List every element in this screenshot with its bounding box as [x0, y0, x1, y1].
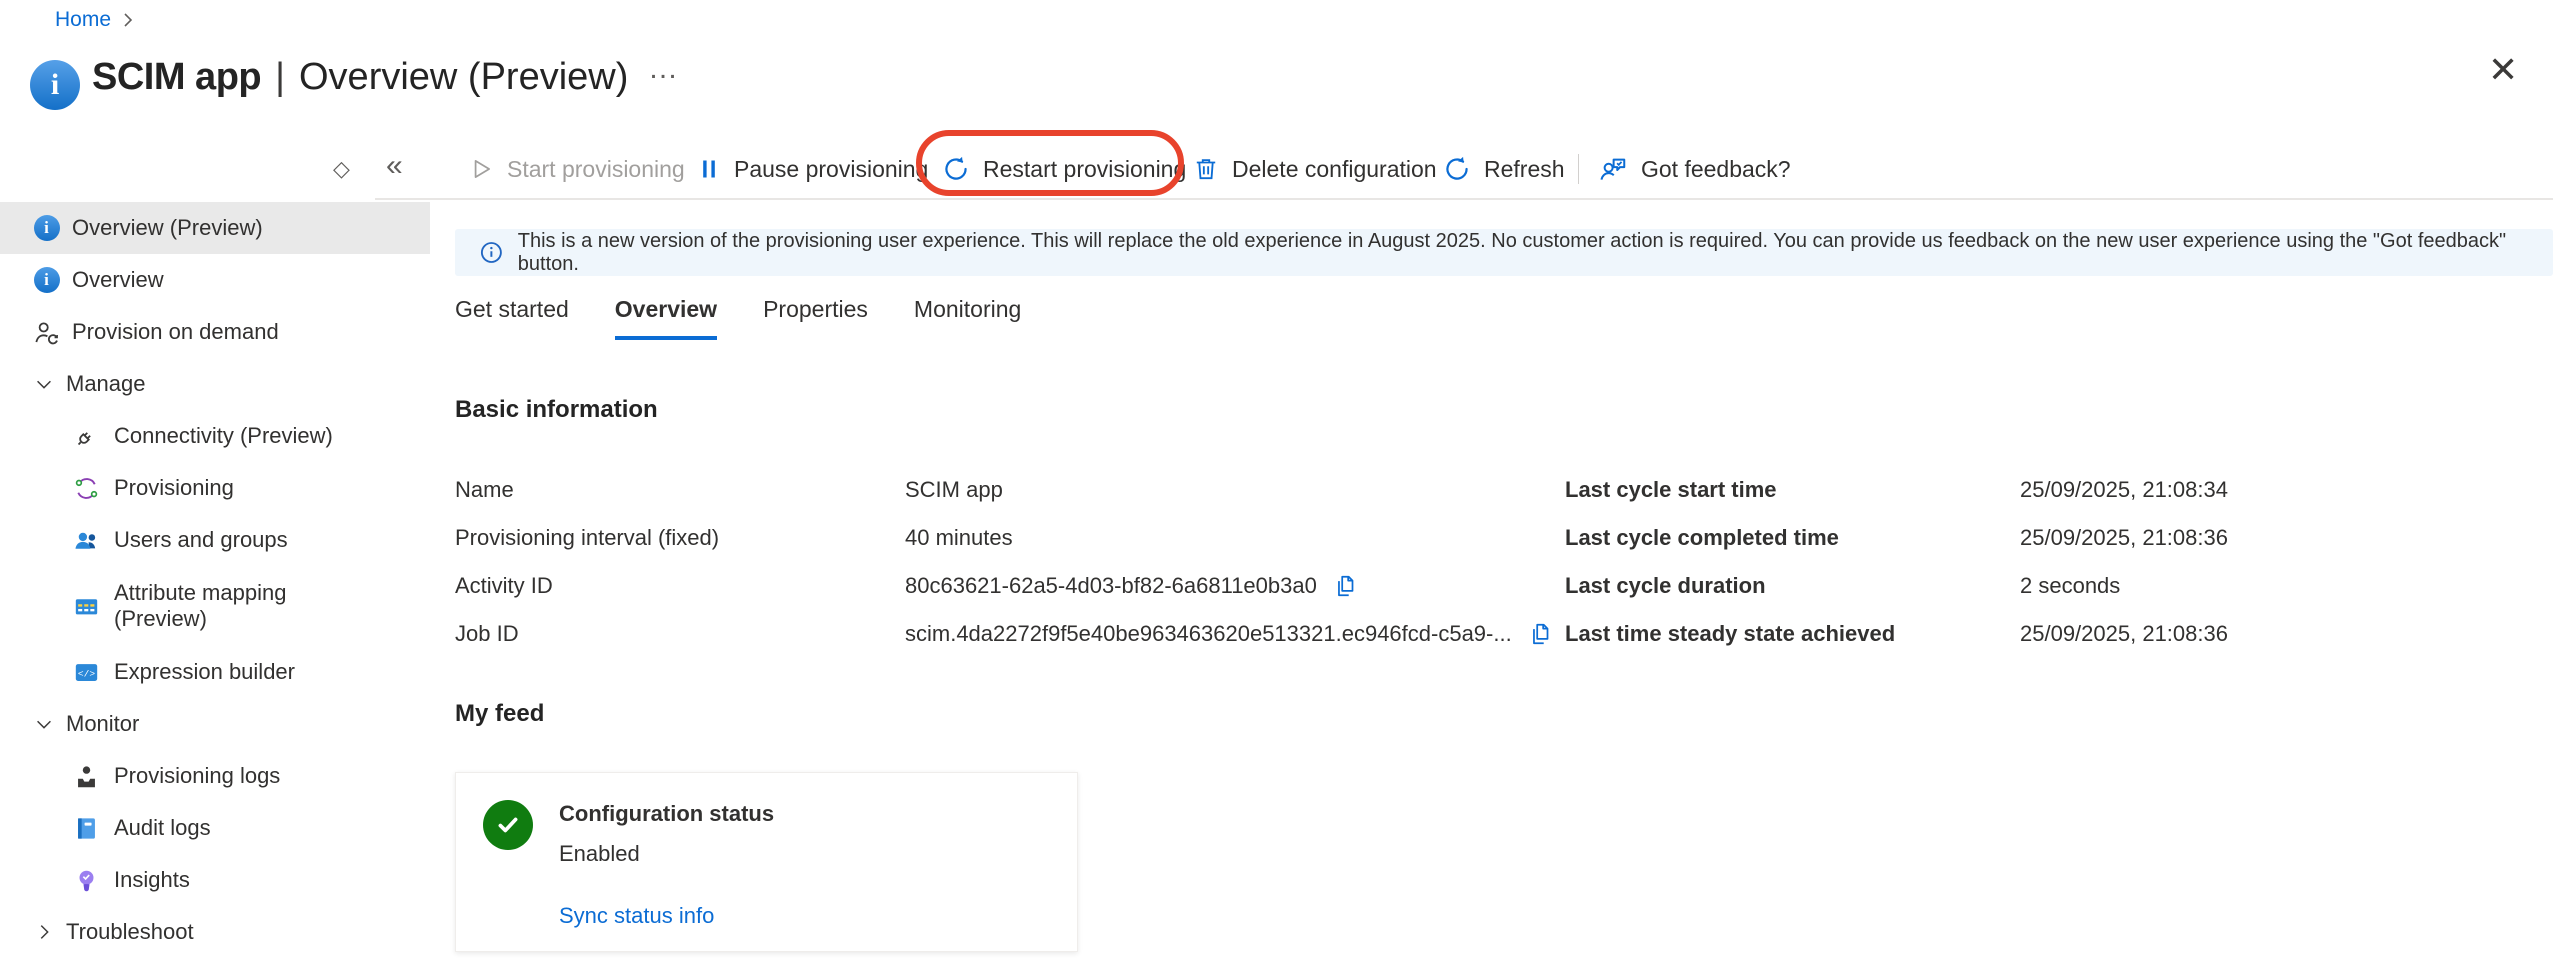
- configuration-status-title: Configuration status: [559, 801, 774, 827]
- info-row-last-cycle-duration: Last cycle duration 2 seconds: [1565, 562, 2553, 610]
- info-row-activity-id: Activity ID 80c63621-62a5-4d03-bf82-6a68…: [455, 562, 1550, 610]
- sidebar-item-provisioning[interactable]: Provisioning: [0, 462, 430, 514]
- tab-overview[interactable]: Overview: [615, 296, 717, 340]
- chevron-right-icon: [30, 919, 57, 946]
- sync-status-info-link[interactable]: Sync status info: [559, 903, 714, 929]
- page-title-blade-name: Overview (Preview): [299, 56, 628, 98]
- refresh-icon: [1443, 155, 1471, 183]
- chevron-right-icon: [121, 12, 135, 28]
- dock-pane-icon[interactable]: ◇: [333, 140, 350, 198]
- copy-icon: [1333, 573, 1359, 599]
- sidebar-item-expression-builder[interactable]: </> Expression builder: [0, 646, 430, 698]
- collapse-menu-icon[interactable]: «: [386, 140, 403, 198]
- sidebar-item-audit-logs[interactable]: Audit logs: [0, 802, 430, 854]
- configuration-status-value: Enabled: [559, 841, 640, 867]
- sidebar-group-manage[interactable]: Manage: [0, 358, 430, 410]
- last-cycle-duration-value: 2 seconds: [2020, 573, 2120, 599]
- users-groups-icon: [73, 527, 100, 554]
- info-row-last-cycle-completed: Last cycle completed time 25/09/2025, 21…: [1565, 514, 2553, 562]
- copy-activity-id-button[interactable]: [1333, 573, 1359, 599]
- sidebar-item-overview[interactable]: i Overview: [0, 254, 430, 306]
- got-feedback-button[interactable]: Got feedback?: [1598, 140, 1791, 198]
- insights-icon: [73, 867, 100, 894]
- sidebar-item-provision-on-demand[interactable]: Provision on demand: [0, 306, 430, 358]
- sidebar-item-connectivity[interactable]: Connectivity (Preview): [0, 410, 430, 462]
- sidebar-item-overview-preview[interactable]: i Overview (Preview): [0, 202, 430, 254]
- sidebar-group-troubleshoot[interactable]: Troubleshoot: [0, 906, 430, 958]
- scim-app-overview-page: Home i SCIM app | Overview (Preview) … ✕ ◇…: [0, 0, 2560, 980]
- copy-icon: [1528, 621, 1554, 647]
- interval-value: 40 minutes: [905, 525, 1013, 551]
- provisioning-icon: [73, 475, 100, 502]
- info-icon: i: [30, 60, 80, 110]
- info-banner-text: This is a new version of the provisionin…: [518, 230, 2553, 276]
- toolbar-separator: [1578, 154, 1579, 184]
- basic-information-heading: Basic information: [455, 396, 658, 424]
- last-cycle-completed-value: 25/09/2025, 21:08:36: [2020, 525, 2228, 551]
- copy-job-id-button[interactable]: [1528, 621, 1554, 647]
- trash-icon: [1193, 156, 1219, 182]
- sidebar-item-provisioning-logs[interactable]: Provisioning logs: [0, 750, 430, 802]
- restart-provisioning-button[interactable]: Restart provisioning: [942, 140, 1186, 198]
- delete-configuration-button[interactable]: Delete configuration: [1193, 140, 1437, 198]
- start-provisioning-button[interactable]: Start provisioning: [468, 140, 685, 198]
- last-cycle-start-value: 25/09/2025, 21:08:34: [2020, 477, 2228, 503]
- activity-id-value: 80c63621-62a5-4d03-bf82-6a6811e0b3a0: [905, 573, 1317, 599]
- feedback-icon: [1598, 154, 1628, 184]
- chevron-down-icon: [30, 371, 57, 398]
- info-icon: i: [33, 267, 60, 294]
- pause-icon: [697, 156, 721, 182]
- tab-monitoring[interactable]: Monitoring: [914, 296, 1021, 340]
- basic-info-right-column: Last cycle start time 25/09/2025, 21:08:…: [1565, 466, 2553, 658]
- sidebar-item-attribute-mapping[interactable]: Attribute mapping (Preview): [0, 566, 430, 646]
- name-value: SCIM app: [905, 477, 1003, 503]
- job-id-value: scim.4da2272f9f5e40be963463620e513321.ec…: [905, 621, 1512, 647]
- more-options-button[interactable]: …: [648, 52, 680, 86]
- attribute-mapping-icon: [73, 593, 100, 620]
- info-outline-icon: [479, 240, 504, 265]
- info-icon: i: [33, 215, 60, 242]
- close-blade-button[interactable]: ✕: [2488, 52, 2518, 88]
- page-title-app-name: SCIM app: [92, 56, 261, 98]
- success-check-icon: [483, 800, 533, 850]
- play-icon: [468, 156, 494, 182]
- info-row-steady-state: Last time steady state achieved 25/09/20…: [1565, 610, 2553, 658]
- page-title: SCIM app | Overview (Preview): [92, 56, 628, 99]
- tab-properties[interactable]: Properties: [763, 296, 868, 340]
- basic-info-left-column: Name SCIM app Provisioning interval (fix…: [455, 466, 1550, 658]
- info-row-last-cycle-start: Last cycle start time 25/09/2025, 21:08:…: [1565, 466, 2553, 514]
- audit-logs-icon: [73, 815, 100, 842]
- command-bar: ◇ « Start provisioning Pause provisionin…: [0, 140, 2560, 198]
- connectivity-icon: [73, 423, 100, 450]
- sidebar-group-monitor[interactable]: Monitor: [0, 698, 430, 750]
- info-row-name: Name SCIM app: [455, 466, 1550, 514]
- breadcrumb-link-home[interactable]: Home: [55, 8, 111, 32]
- tab-get-started[interactable]: Get started: [455, 296, 569, 340]
- chevron-down-icon: [30, 711, 57, 738]
- info-row-job-id: Job ID scim.4da2272f9f5e40be963463620e51…: [455, 610, 1550, 658]
- expression-builder-icon: </>: [73, 659, 100, 686]
- provisioning-logs-icon: [73, 763, 100, 790]
- provision-on-demand-icon: [33, 319, 60, 346]
- page-title-separator: |: [275, 56, 285, 98]
- info-banner: This is a new version of the provisionin…: [455, 229, 2553, 276]
- my-feed-heading: My feed: [455, 700, 544, 728]
- sidebar-item-users-and-groups[interactable]: Users and groups: [0, 514, 430, 566]
- refresh-button[interactable]: Refresh: [1443, 140, 1565, 198]
- sidebar: i Overview (Preview) i Overview Provisio…: [0, 202, 430, 958]
- breadcrumb: Home: [55, 8, 135, 32]
- configuration-status-card: Configuration status Enabled Sync status…: [455, 772, 1078, 952]
- svg-text:</>: </>: [78, 668, 95, 679]
- tab-bar: Get started Overview Properties Monitori…: [455, 296, 1021, 340]
- restart-icon: [942, 155, 970, 183]
- steady-state-value: 25/09/2025, 21:08:36: [2020, 621, 2228, 647]
- info-row-provisioning-interval: Provisioning interval (fixed) 40 minutes: [455, 514, 1550, 562]
- sidebar-item-insights[interactable]: Insights: [0, 854, 430, 906]
- pause-provisioning-button[interactable]: Pause provisioning: [697, 140, 928, 198]
- toolbar-divider: [375, 198, 2553, 200]
